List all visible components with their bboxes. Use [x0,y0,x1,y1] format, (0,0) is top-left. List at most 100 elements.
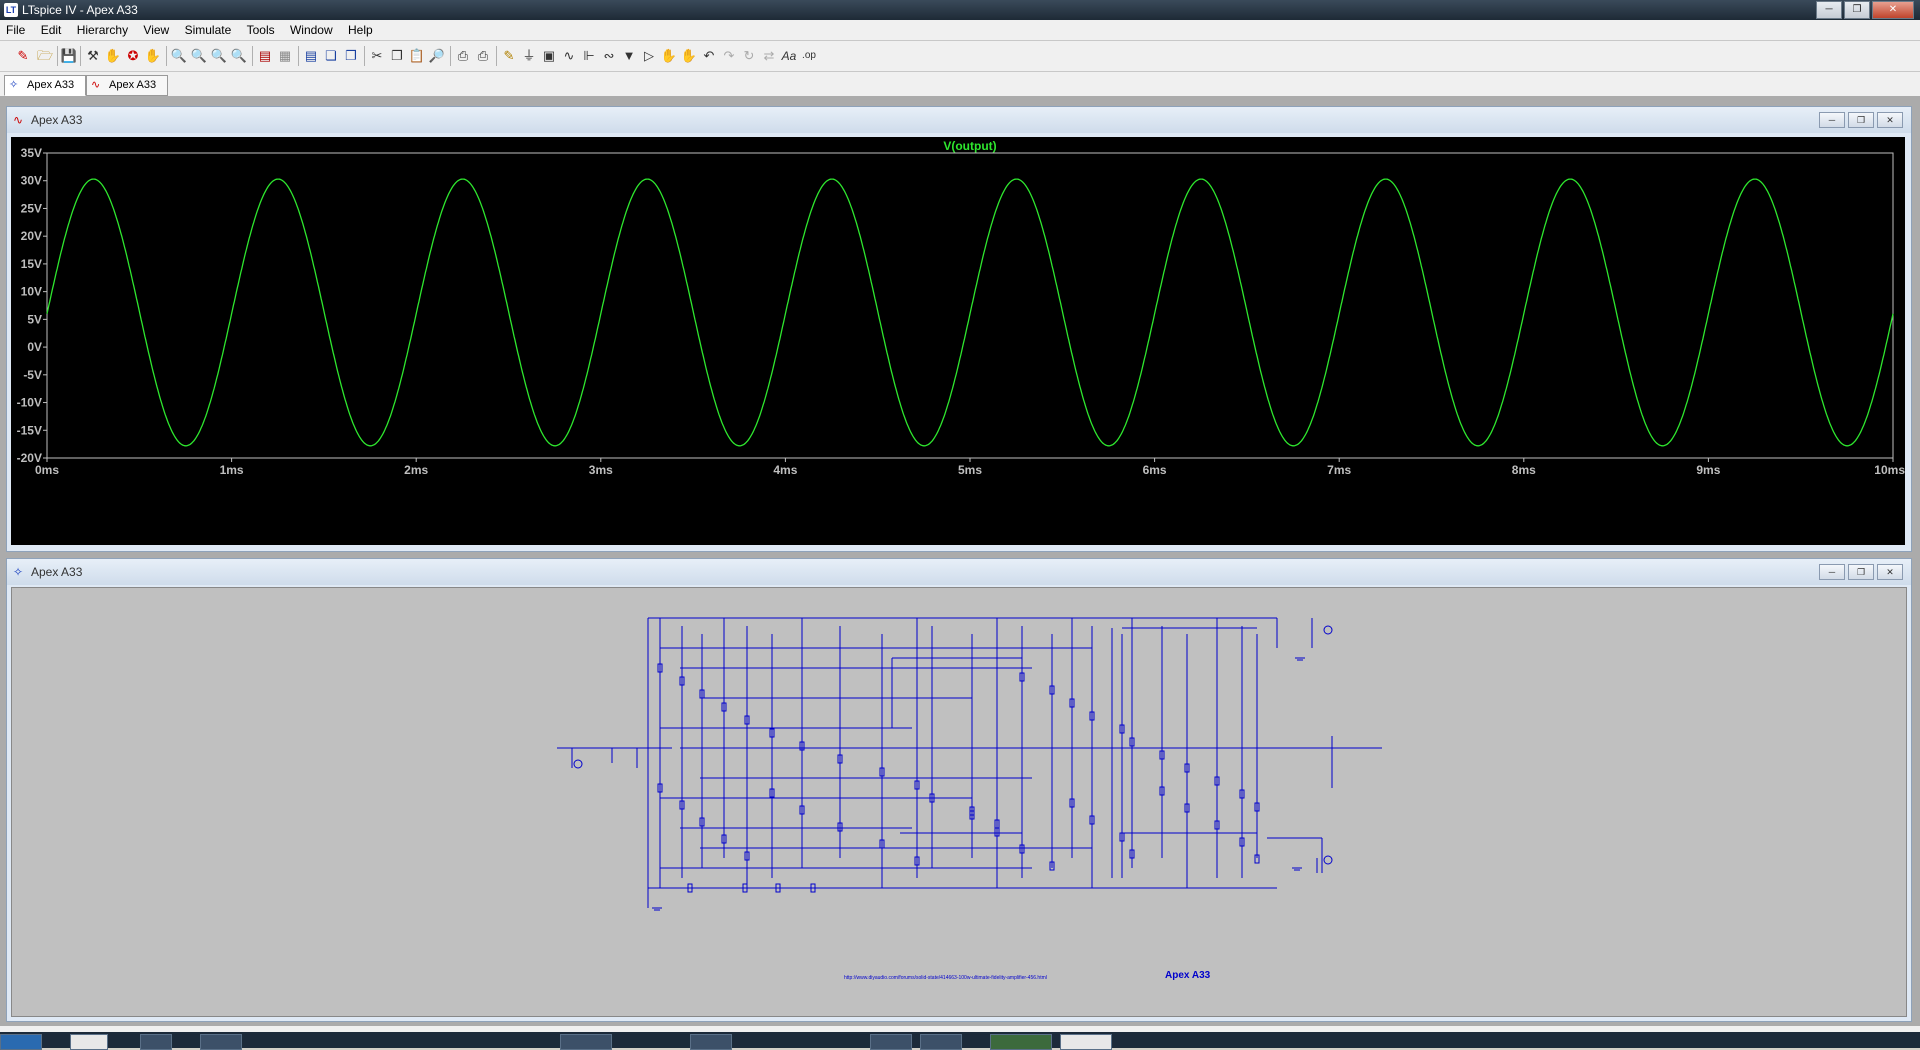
tile-horizontal-icon[interactable]: ▤ [302,47,320,65]
run-icon[interactable]: ✪ [124,47,142,65]
new-schematic-icon[interactable]: ✎ [14,47,32,65]
menu-file[interactable]: File [0,20,31,40]
redo-icon[interactable]: ↷ [720,47,738,65]
y-tick-label: 5V [27,312,42,326]
menu-simulate[interactable]: Simulate [179,20,238,40]
zoom-out-icon[interactable]: 🔍 [210,47,228,65]
waveform-chart: V(output) 35V 30V 25V 20V 15V 10V 5V 0V -5V -10V -1… [17,139,1906,477]
window-title: LTspice IV - Apex A33 [22,3,138,17]
y-tick-label: -15V [17,423,42,437]
waveform-minimize-button[interactable]: ─ [1819,112,1845,128]
grid-icon[interactable]: ▦ [276,47,294,65]
y-tick-label: 25V [21,201,42,215]
schematic-minimize-button[interactable]: ─ [1819,564,1845,580]
tab-label: Apex A33 [27,79,75,91]
autorange-icon[interactable]: ▤ [256,47,274,65]
waveform-plot[interactable]: V(output) 35V 30V 25V 20V 15V 10V 5V 0V -5V -10V -1… [11,137,1905,545]
schematic-close-button[interactable]: ✕ [1877,564,1903,580]
status-bar [0,1026,1920,1032]
menu-edit[interactable]: Edit [35,20,68,40]
find-icon[interactable]: 🔎 [428,47,446,65]
component-icon[interactable]: ▷ [640,47,658,65]
zoom-pan-icon[interactable]: 🔍 [190,47,208,65]
copy-icon[interactable]: ❐ [388,47,406,65]
resistor-icon[interactable]: ∿ [560,47,578,65]
y-tick-label: -10V [17,396,42,410]
y-tick-label: 15V [21,257,42,271]
menu-view[interactable]: View [137,20,175,40]
schematic-icon: ✧ [13,565,24,579]
open-folder-icon[interactable]: 🗁 [36,47,54,65]
drag-hand-icon[interactable]: ✋ [680,47,698,65]
tile-vertical-icon[interactable]: ❐ [342,47,360,65]
waveform-restore-button[interactable]: ❐ [1848,112,1874,128]
cascade-icon[interactable]: ❏ [322,47,340,65]
x-tick-label: 7ms [1327,463,1351,477]
label-net-icon[interactable]: ▣ [540,47,558,65]
x-tick-label: 4ms [773,463,797,477]
x-tick-label: 2ms [404,463,428,477]
waveform-icon: ∿ [13,113,24,127]
diode-icon[interactable]: ▼ [620,47,638,65]
spice-directive-icon[interactable]: .op [800,47,818,65]
schematic-restore-button[interactable]: ❐ [1848,564,1874,580]
waveform-window: ∿ Apex A33 ─ ❐ ✕ V(output) 35V 30V 25V 20V 15… [6,106,1912,552]
schematic-canvas[interactable]: Apex A33 http://www.diyaudio.com/forums/… [11,587,1907,1017]
trace-title: V(output) [943,139,996,153]
tab-waveform[interactable]: ∿ Apex A33 [86,75,168,96]
mdi-area: ∿ Apex A33 ─ ❐ ✕ V(output) 35V 30V 25V 20V 15… [0,96,1920,1026]
document-tabs: ✧ Apex A33 ∿ Apex A33 [0,72,1920,96]
schematic-icon: ✧ [9,79,19,91]
x-tick-label: 1ms [220,463,244,477]
halt-icon[interactable]: ✋ [144,47,162,65]
rotate-icon[interactable]: ↻ [740,47,758,65]
voltage-source [1323,855,1333,865]
menu-tools[interactable]: Tools [241,20,281,40]
y-tick-label: 35V [21,146,42,160]
minimize-button[interactable]: ─ [1816,1,1842,19]
waveform-window-controls: ─ ❐ ✕ [1816,112,1903,128]
pan-hand-icon[interactable]: ✋ [104,47,122,65]
y-tick-label: 10V [21,285,42,299]
schematic-wires [557,617,1382,911]
schematic-window-controls: ─ ❐ ✕ [1816,564,1903,580]
x-tick-label: 3ms [589,463,613,477]
window-controls: ─ ❐ ✕ [1814,1,1914,19]
inductor-icon[interactable]: ∾ [600,47,618,65]
menu-help[interactable]: Help [342,20,379,40]
print-preview-icon[interactable]: ⎙ [454,47,472,65]
tab-schematic[interactable]: ✧ Apex A33 [4,75,86,96]
schematic-window: ✧ Apex A33 ─ ❐ ✕ Apex A33 http://www.diy… [6,558,1912,1022]
schematic-drawing: Apex A33 http://www.diyaudio.com/forums/… [557,617,1382,981]
paste-icon[interactable]: 📋 [408,47,426,65]
trace-v-output [46,178,1894,447]
mirror-icon[interactable]: ⇄ [760,47,778,65]
zoom-in-icon[interactable]: 🔍 [170,47,188,65]
toolbar: ✎ 🗁 💾 ⚒ ✋ ✪ ✋ 🔍 🔍 🔍 🔍 ▤ ▦ ▤ ❏ ❐ ✂ ❐ 📋 🔎 … [0,41,1920,72]
tab-label: Apex A33 [109,79,157,91]
print-icon[interactable]: ⎙ [474,47,492,65]
move-hand-icon[interactable]: ✋ [660,47,678,65]
ground-icon[interactable]: ⏚ [520,47,538,65]
control-panel-icon[interactable]: ⚒ [84,47,102,65]
plot-frame [46,152,1894,459]
text-icon[interactable]: Aa [780,47,798,65]
menu-hierarchy[interactable]: Hierarchy [71,20,134,40]
cut-icon[interactable]: ✂ [368,47,386,65]
y-tick-label: 0V [27,340,42,354]
waveform-close-button[interactable]: ✕ [1877,112,1903,128]
save-icon[interactable]: 💾 [60,47,78,65]
zoom-fit-icon[interactable]: 🔍 [230,47,248,65]
schematic-window-titlebar: ✧ Apex A33 ─ ❐ ✕ [7,559,1911,585]
x-tick-label: 0ms [35,463,59,477]
restore-button[interactable]: ❐ [1844,1,1870,19]
waveform-window-title: Apex A33 [31,113,83,127]
x-tick-label: 6ms [1143,463,1167,477]
schematic-title: Apex A33 [1165,970,1211,981]
capacitor-icon[interactable]: ⊩ [580,47,598,65]
undo-icon[interactable]: ↶ [700,47,718,65]
draw-wire-icon[interactable]: ✎ [500,47,518,65]
menu-window[interactable]: Window [284,20,339,40]
voltage-source [573,759,583,769]
close-button[interactable]: ✕ [1872,1,1914,19]
